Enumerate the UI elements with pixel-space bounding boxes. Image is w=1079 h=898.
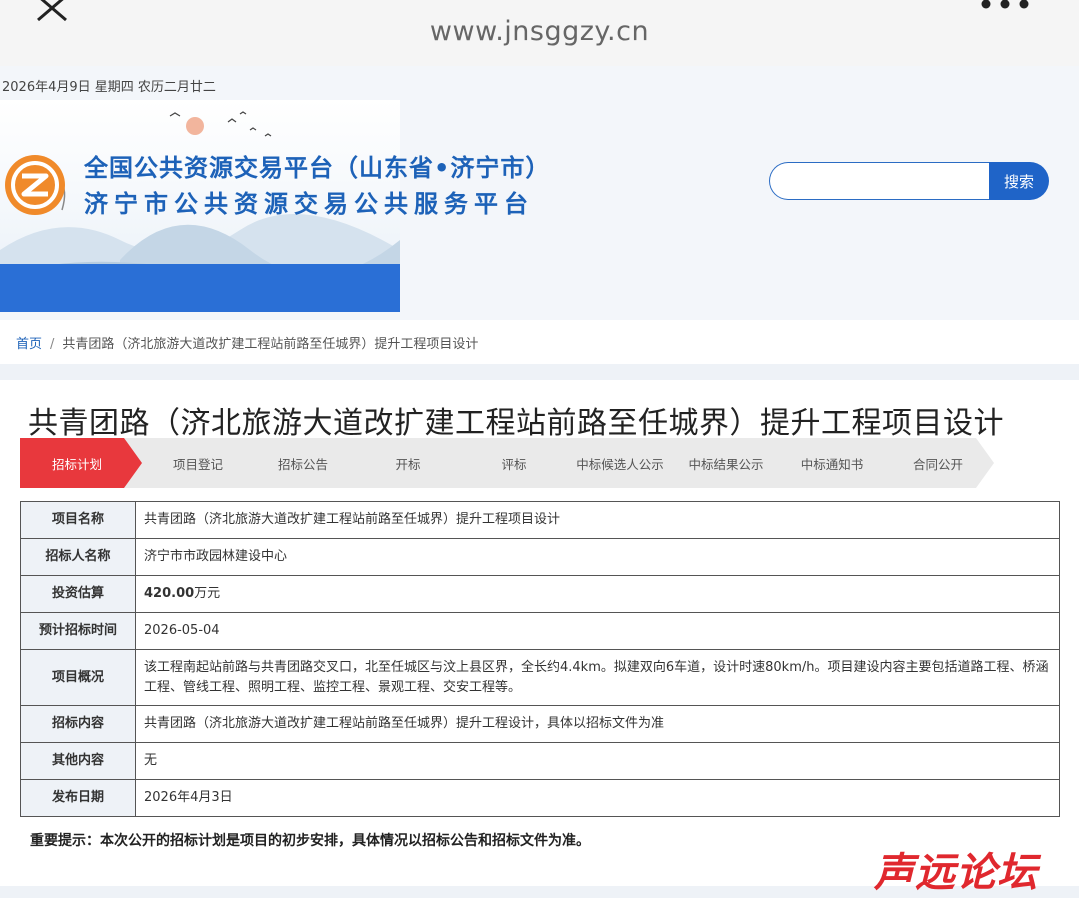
search-box: 搜索 — [769, 162, 1049, 202]
step-contract-publicity[interactable]: 合同公开 — [864, 438, 994, 488]
investment-amount: 420.00 — [144, 586, 195, 601]
row-label: 项目名称 — [20, 501, 136, 539]
breadcrumb-bar: 首页 / 共青团路（济北旅游大道改扩建工程站前路至任城界）提升工程项目设计 — [0, 320, 1079, 364]
table-row: 预计招标时间 2026-05-04 — [20, 612, 1060, 650]
step-candidate-publicity[interactable]: 中标候选人公示 — [546, 438, 676, 488]
row-label: 发布日期 — [20, 779, 136, 817]
page-title: 共青团路（济北旅游大道改扩建工程站前路至任城界）提升工程项目设计 — [28, 406, 1004, 441]
row-label: 招标内容 — [20, 705, 136, 743]
platform-title-line2: 济宁市公共资源交易公共服务平台 — [84, 190, 534, 218]
important-tip: 重要提示：本次公开的招标计划是项目的初步安排，具体情况以招标公告和招标文件为准。 — [30, 833, 590, 849]
row-label: 项目概况 — [20, 649, 136, 706]
row-label: 投资估算 — [20, 575, 136, 613]
step-bid-evaluation[interactable]: 评标 — [440, 438, 570, 488]
table-row: 项目概况 该工程南起站前路与共青团路交叉口，北至任城区与汶上县区界，全长约4.4… — [20, 649, 1060, 706]
row-label: 预计招标时间 — [20, 612, 136, 650]
row-value: 共青团路（济北旅游大道改扩建工程站前路至任城界）提升工程项目设计 — [135, 501, 1060, 539]
main-panel: 共青团路（济北旅游大道改扩建工程站前路至任城界）提升工程项目设计 招标计划 项目… — [0, 380, 1079, 886]
row-value: 420.00万元 — [135, 575, 1060, 613]
breadcrumb: 首页 / 共青团路（济北旅游大道改扩建工程站前路至任城界）提升工程项目设计 — [16, 333, 478, 352]
row-value: 2026年4月3日 — [135, 779, 1060, 817]
row-value: 共青团路（济北旅游大道改扩建工程站前路至任城界）提升工程设计，具体以招标文件为准 — [135, 705, 1060, 743]
table-row: 其他内容 无 — [20, 742, 1060, 780]
platform-title-line1: 全国公共资源交易平台（山东省•济宁市） — [84, 154, 551, 182]
row-label: 其他内容 — [20, 742, 136, 780]
step-result-publicity[interactable]: 中标结果公示 — [652, 438, 782, 488]
row-value: 该工程南起站前路与共青团路交叉口，北至任城区与汶上县区界，全长约4.4km。拟建… — [135, 649, 1060, 706]
table-row: 项目名称 共青团路（济北旅游大道改扩建工程站前路至任城界）提升工程项目设计 — [20, 501, 1060, 539]
process-steps: 招标计划 项目登记 招标公告 开标 评标 中标候选人公示 中标结果公示 中标通知… — [20, 438, 988, 488]
table-row: 发布日期 2026年4月3日 — [20, 779, 1060, 817]
header-date: 2026年4月9日 星期四 农历二月廿二 — [2, 80, 216, 95]
table-row: 投资估算 420.00万元 — [20, 575, 1060, 613]
table-row: 招标人名称 济宁市市政园林建设中心 — [20, 538, 1060, 576]
investment-unit: 万元 — [194, 586, 221, 601]
more-icon[interactable] — [978, 0, 1034, 14]
row-value: 济宁市市政园林建设中心 — [135, 538, 1060, 576]
row-label: 招标人名称 — [20, 538, 136, 576]
row-value: 2026-05-04 — [135, 612, 1060, 650]
table-row: 招标内容 共青团路（济北旅游大道改扩建工程站前路至任城界）提升工程设计，具体以招… — [20, 705, 1060, 743]
row-value: 无 — [135, 742, 1060, 780]
platform-logo-icon — [5, 155, 65, 215]
project-info-table: 项目名称 共青团路（济北旅游大道改扩建工程站前路至任城界）提升工程项目设计 招标… — [20, 501, 1060, 817]
step-bid-opening[interactable]: 开标 — [334, 438, 464, 488]
breadcrumb-separator: / — [50, 337, 55, 352]
search-button[interactable]: 搜索 — [989, 162, 1049, 200]
site-header: 2026年4月9日 星期四 农历二月廿二 全国公共资源交易平台（山东省•济宁市）… — [0, 66, 1079, 320]
browser-top-bar: www.jnsggzy.cn — [0, 0, 1079, 66]
search-input[interactable] — [769, 162, 989, 200]
step-award-notice[interactable]: 中标通知书 — [758, 438, 888, 488]
breadcrumb-home-link[interactable]: 首页 — [16, 337, 42, 352]
breadcrumb-current: 共青团路（济北旅游大道改扩建工程站前路至任城界）提升工程项目设计 — [62, 337, 479, 352]
forum-watermark: 声远论坛 — [874, 850, 1038, 896]
url-text[interactable]: www.jnsggzy.cn — [0, 16, 1079, 47]
